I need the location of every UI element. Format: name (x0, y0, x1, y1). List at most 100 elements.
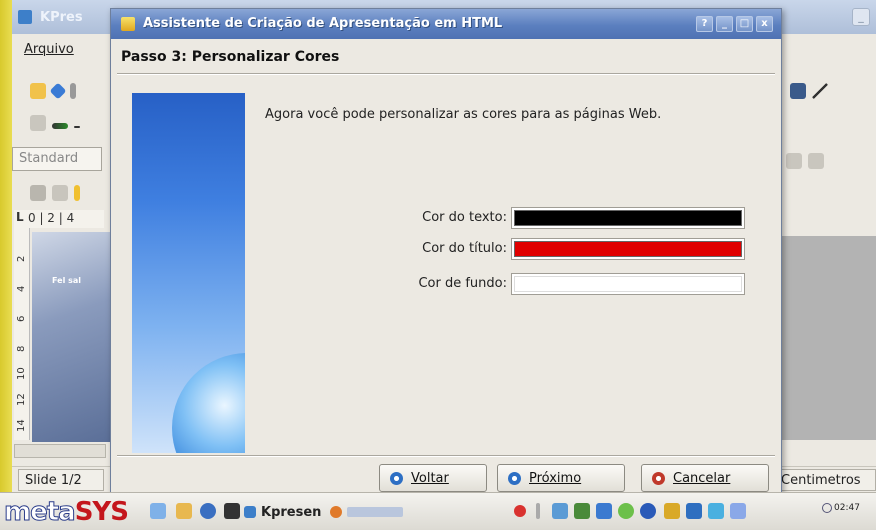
volume-icon[interactable] (552, 503, 568, 519)
title-color-button[interactable] (511, 238, 745, 260)
kpresenter-task-icon (244, 506, 256, 518)
tray-icon[interactable] (664, 503, 680, 519)
toolbar-icon[interactable] (70, 83, 76, 99)
back-arrow-icon[interactable] (52, 122, 68, 129)
dialog-title-buttons: ? _ □ x (696, 16, 773, 32)
next-button[interactable]: Próximo (497, 464, 625, 492)
taskbar: metaSYS Kpresen 02:47 (0, 492, 876, 530)
ruler-mark: 12 (16, 393, 27, 406)
ruler-corner: L (16, 210, 24, 224)
background-color-row: Cor de fundo: (371, 273, 751, 297)
firefox-icon (330, 506, 342, 518)
horizontal-ruler: L 0 | 2 | 4 (14, 210, 104, 228)
footer-separator (117, 455, 775, 457)
tray-icon[interactable] (596, 503, 612, 519)
brand-sys: SYS (74, 497, 129, 527)
tool-icon[interactable] (30, 115, 46, 131)
vertical-ruler: 2 4 6 8 10 12 14 (14, 228, 30, 440)
task-kpresenter[interactable]: Kpresen (244, 499, 321, 525)
right-toolbar-2 (786, 150, 824, 172)
cancel-icon (652, 471, 665, 485)
brand-meta: meta (4, 497, 77, 528)
highlight-icon[interactable] (74, 185, 80, 201)
maximize-button[interactable]: □ (736, 16, 753, 32)
align-icon[interactable] (786, 153, 802, 169)
menu-arquivo-label: Arquivo (24, 42, 74, 57)
title-color-row: Cor do título: (371, 238, 751, 262)
ruler-mark: 6 (16, 315, 27, 322)
dash-icon[interactable] (74, 125, 80, 128)
tray-icon[interactable] (730, 503, 746, 519)
style-combo[interactable]: Standard (12, 147, 102, 171)
tray-icon[interactable] (686, 503, 702, 519)
back-button[interactable]: Voltar (379, 464, 487, 492)
toolbar-row-2 (30, 112, 80, 134)
text-color-button[interactable] (511, 207, 745, 229)
tray-icon[interactable] (514, 505, 526, 517)
next-button-label: Próximo (529, 470, 582, 486)
intro-text: Agora você pode personalizar as cores pa… (265, 107, 662, 122)
select-icon[interactable] (790, 83, 806, 99)
right-toolbar-1 (790, 80, 828, 102)
title-color-fill (514, 241, 742, 257)
slide-canvas[interactable] (32, 232, 110, 442)
indent-icon[interactable] (808, 153, 824, 169)
metasys-start-button[interactable]: metaSYS (4, 497, 129, 528)
kpresenter-app-icon (18, 10, 32, 24)
text-color-label: Cor do texto: (422, 210, 507, 225)
text-color-fill (514, 210, 742, 226)
cancel-button-label: Cancelar (673, 470, 731, 486)
line-icon[interactable] (812, 83, 828, 99)
background-color-fill (514, 276, 742, 292)
ruler-h-label: 0 | 2 | 4 (28, 211, 75, 225)
status-slide: Slide 1/2 (18, 469, 104, 491)
wizard-icon (121, 17, 135, 31)
wizard-side-image (132, 93, 245, 453)
shape-icon[interactable] (52, 185, 68, 201)
launcher-icon[interactable] (150, 503, 166, 519)
tray-icon[interactable] (536, 503, 540, 519)
dialog-title: Assistente de Criação de Apresentação em… (143, 16, 503, 31)
step-title: Passo 3: Personalizar Cores (121, 49, 340, 65)
next-arrow-icon (508, 471, 521, 485)
right-panel (782, 236, 876, 440)
header-separator (117, 73, 775, 75)
update-icon[interactable] (618, 503, 634, 519)
cancel-button[interactable]: Cancelar (641, 464, 769, 492)
desktop-edge (0, 0, 12, 492)
new-document-icon[interactable] (30, 83, 46, 99)
status-unit: Centimetros (778, 469, 876, 491)
clock[interactable]: 02:47 (822, 503, 860, 513)
help-button[interactable]: ? (696, 16, 713, 32)
horizontal-scrollbar[interactable] (14, 444, 106, 458)
ruler-mark: 4 (16, 285, 27, 292)
pencil-icon[interactable] (30, 185, 46, 201)
html-presentation-wizard-dialog: Assistente de Criação de Apresentação em… (110, 8, 782, 494)
toolbar-row-1 (30, 80, 76, 102)
kpresenter-minimize-button[interactable]: _ (852, 8, 870, 26)
tray-icon[interactable] (640, 503, 656, 519)
open-icon[interactable] (49, 82, 67, 100)
back-button-label: Voltar (411, 470, 449, 486)
clock-time: 02:47 (834, 503, 860, 513)
background-color-button[interactable] (511, 273, 745, 295)
task-firefox[interactable] (330, 499, 410, 525)
background-color-label: Cor de fundo: (418, 276, 507, 291)
tray-icon[interactable] (708, 503, 724, 519)
launcher-icon[interactable] (224, 503, 240, 519)
ruler-mark: 8 (16, 345, 27, 352)
dialog-titlebar[interactable]: Assistente de Criação de Apresentação em… (111, 9, 781, 39)
network-icon[interactable] (574, 503, 590, 519)
globe-icon (172, 353, 245, 453)
launcher-icon[interactable] (176, 503, 192, 519)
menu-arquivo[interactable]: Arquivo (24, 42, 74, 57)
task-firefox-label (347, 507, 403, 517)
launcher-icon[interactable] (200, 503, 216, 519)
title-color-label: Cor do título: (422, 241, 507, 256)
ruler-mark: 2 (16, 255, 27, 262)
slide-canvas-text: Fel sal (52, 276, 81, 285)
text-color-row: Cor do texto: (371, 207, 751, 231)
close-button[interactable]: x (756, 16, 773, 32)
toolbar-row-3 (30, 182, 80, 204)
minimize-button[interactable]: _ (716, 16, 733, 32)
